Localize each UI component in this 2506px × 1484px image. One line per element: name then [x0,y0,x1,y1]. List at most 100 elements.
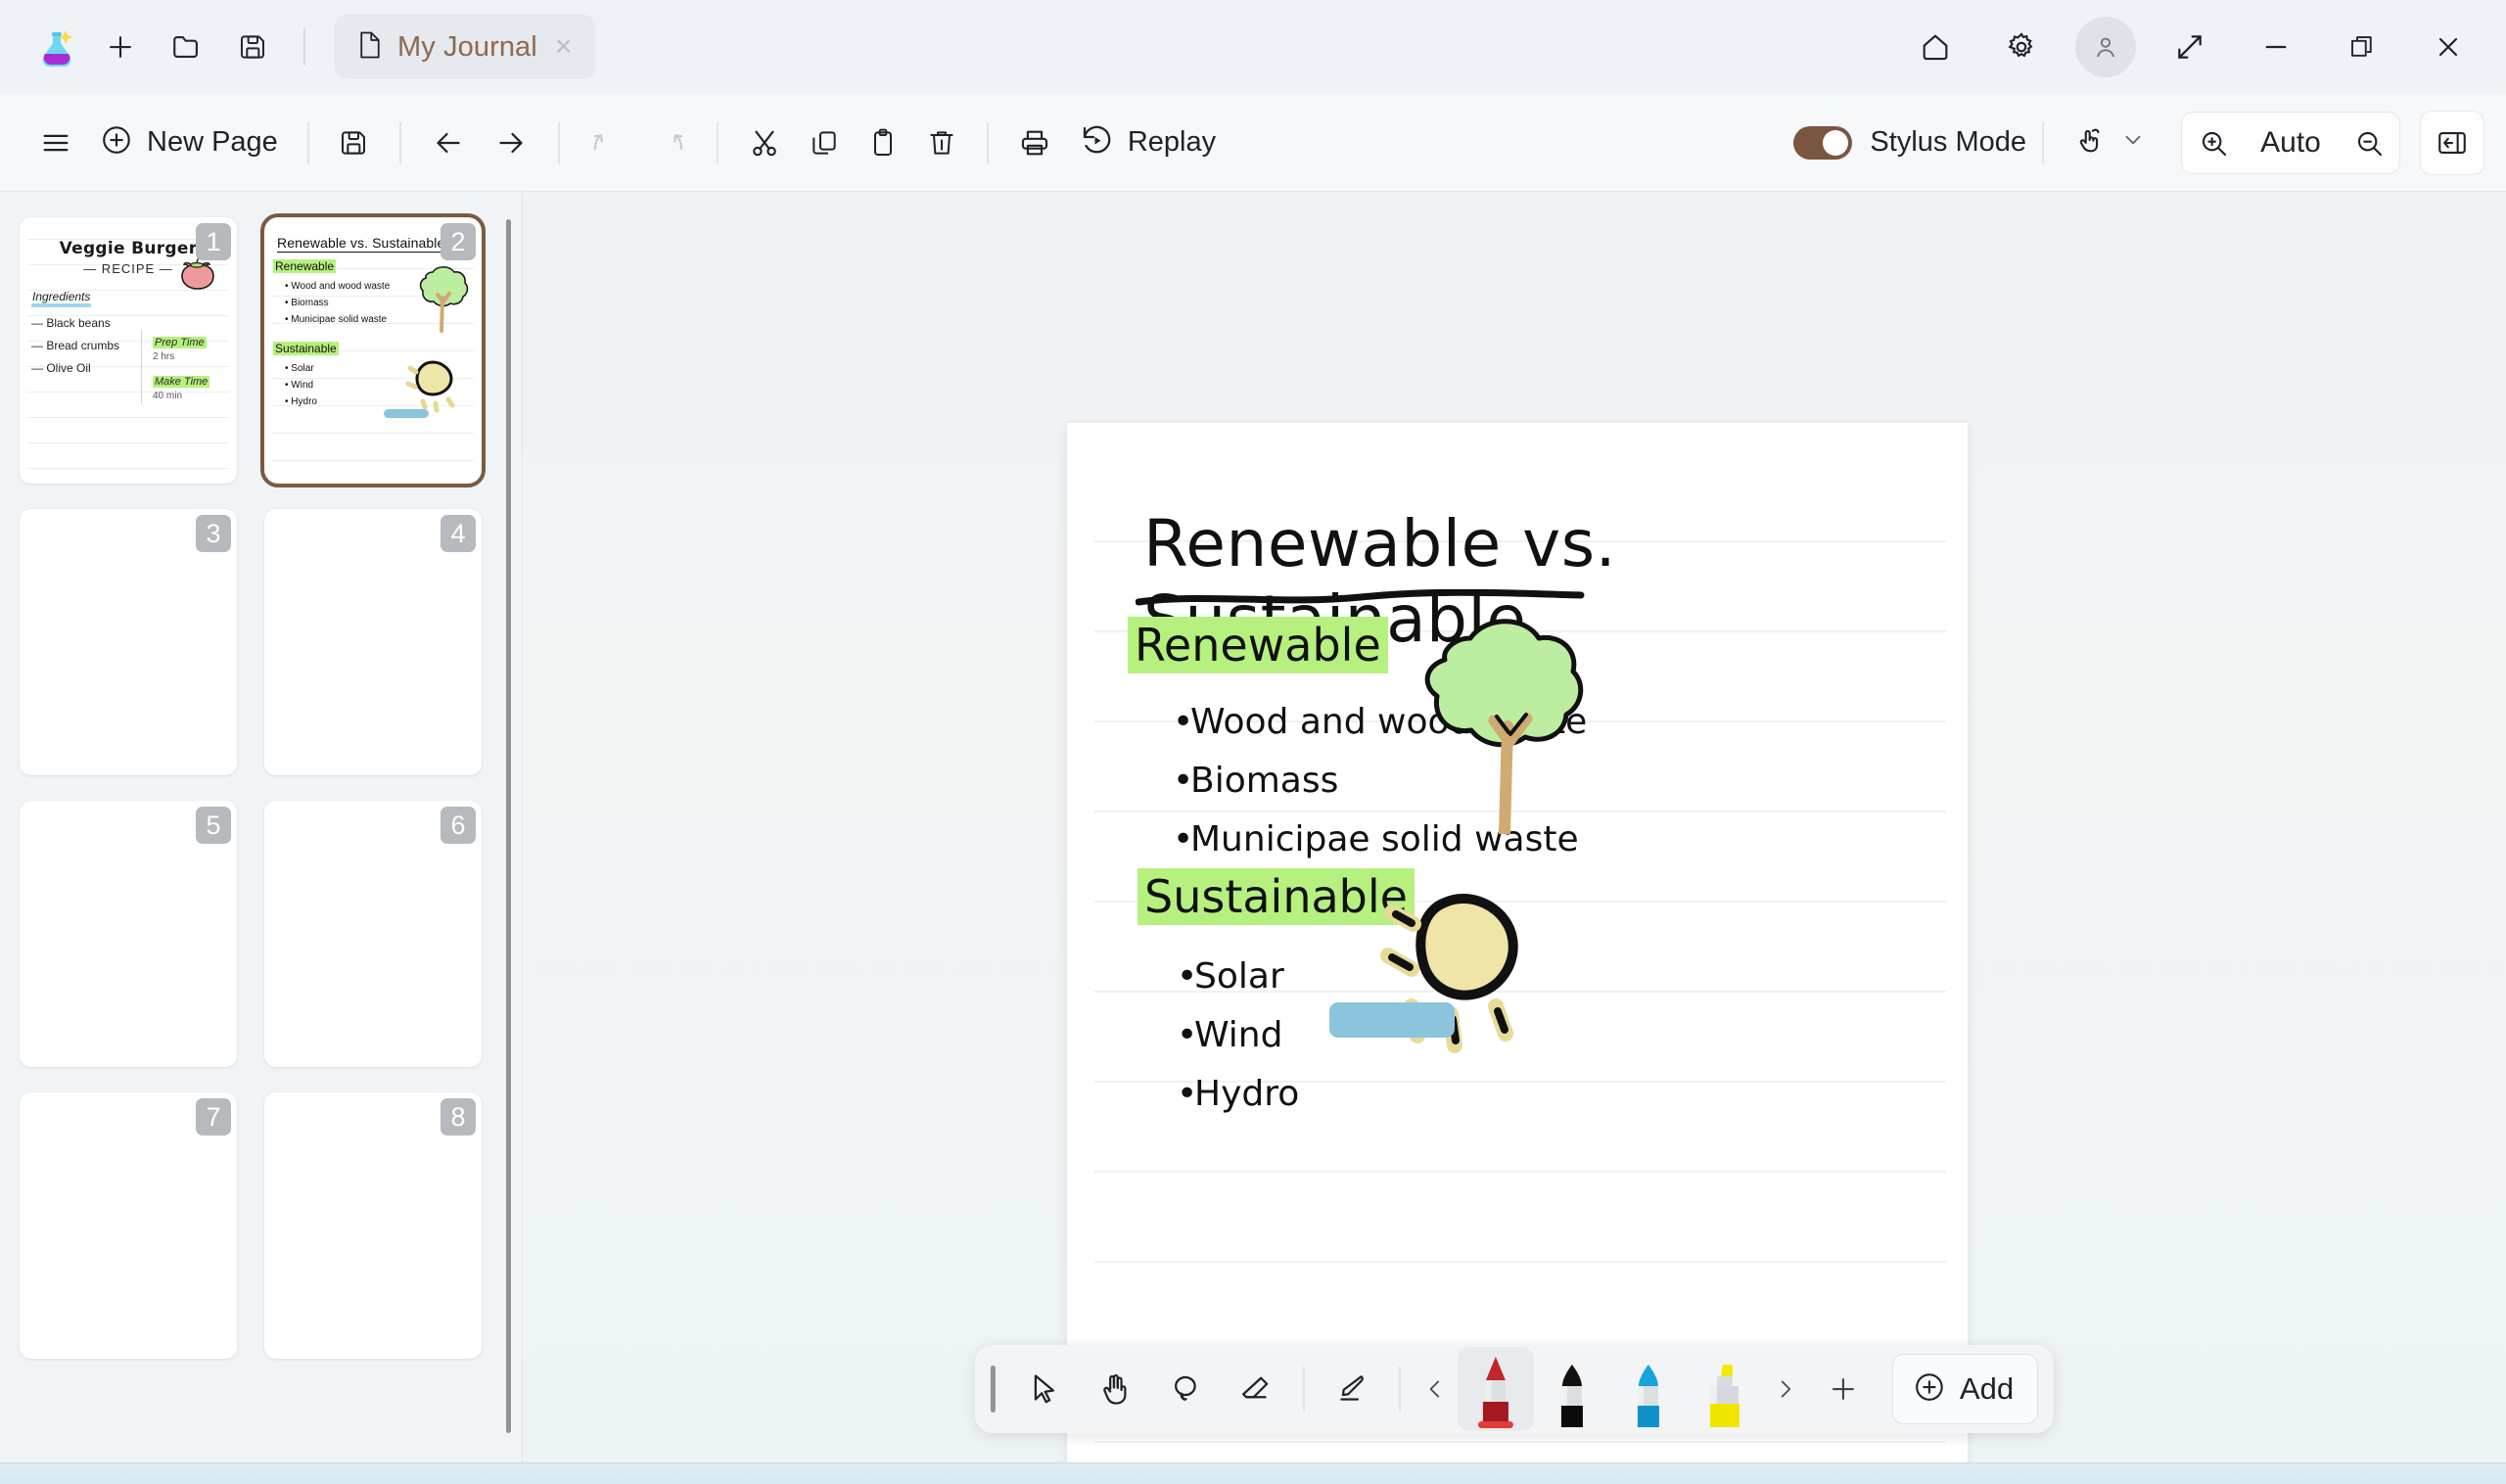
drawing-tool-palette: Add [975,1345,2054,1433]
page-thumbnail-3[interactable]: 3 [20,509,237,775]
pen-red-marker[interactable] [1458,1347,1534,1431]
user-avatar-icon[interactable] [2075,17,2136,77]
bullet-dot: • [1173,702,1190,742]
note-canvas[interactable]: Renewable vs. Sustainable Renewable •Woo… [523,192,2506,1462]
home-button[interactable] [1903,17,1968,77]
page-thumbnail-8[interactable]: 8 [264,1092,482,1359]
bullet-biomass: •Biomass [1173,761,1338,801]
toolbar-divider [2042,122,2044,163]
minimize-button[interactable] [2244,17,2308,77]
sun-doodle-icon [1380,883,1576,1074]
replay-button[interactable]: Replay [1065,111,1230,175]
water-highlight-stroke [384,409,429,418]
replay-label: Replay [1128,126,1216,159]
note-page[interactable]: Renewable vs. Sustainable Renewable •Woo… [1067,423,1968,1462]
toolbar-divider [717,122,719,163]
plus-circle-icon [1913,1370,1946,1409]
status-bar [0,1462,2506,1484]
print-button[interactable] [1004,111,1065,175]
water-highlight-stroke [1329,1002,1455,1038]
page-number-badge: 6 [441,807,476,844]
page-thumbnail-5[interactable]: 5 [20,801,237,1067]
eraser-tool[interactable] [1221,1354,1291,1424]
pen-yellow-highlighter[interactable] [1687,1347,1763,1431]
touch-gesture-button[interactable] [2060,111,2159,175]
add-tool-button[interactable]: Add [1892,1354,2038,1424]
hamburger-menu-button[interactable] [25,111,86,175]
section-heading-sustainable: Sustainable [1137,868,1415,925]
title-underline [1136,589,1586,607]
maximize-button[interactable] [2330,17,2394,77]
zoom-out-button[interactable] [2338,112,2400,174]
page-thumbnail-sidebar: Veggie Burger — RECIPE — Ingredients — B… [0,192,523,1462]
section-heading-renewable: Renewable [1128,617,1388,673]
back-button[interactable] [417,111,480,175]
new-tab-button[interactable] [90,17,151,77]
page-thumbnail-1[interactable]: Veggie Burger — RECIPE — Ingredients — B… [20,217,237,484]
bullet-dot: • [1177,1015,1194,1055]
save-button[interactable] [325,111,384,175]
ingredient-item: — Olive Oil [31,361,147,375]
hand-pan-tool[interactable] [1080,1354,1150,1424]
settings-button[interactable] [1989,17,2054,77]
ingredient-item: — Bread crumbs [31,339,147,352]
zoom-controls: Auto [2181,112,2400,174]
page-thumbnail-4[interactable]: 4 [264,509,482,775]
stylus-mode-label: Stylus Mode [1870,126,2026,159]
copy-button[interactable] [795,111,854,175]
app-window: My Journal × [0,0,2506,1484]
delete-button[interactable] [912,111,971,175]
make-time-value: 40 min [153,391,225,401]
page-number-badge: 1 [196,223,231,260]
palette-prev-button[interactable] [1413,1355,1458,1423]
cursor-select-tool[interactable] [1009,1354,1080,1424]
forward-button[interactable] [480,111,542,175]
bullet-wind: •Wind [1177,1015,1282,1055]
touch-gesture-icon [2073,123,2107,162]
close-window-button[interactable] [2416,17,2481,77]
page-number-badge: 4 [441,515,476,552]
cut-button[interactable] [734,111,795,175]
fullscreen-button[interactable] [2158,17,2222,77]
tab-close-button[interactable]: × [551,32,577,62]
undo-button[interactable] [576,111,638,175]
bullet-hydro: •Hydro [1177,1074,1299,1114]
potion-logo-icon [29,20,84,74]
lasso-select-tool[interactable] [1150,1354,1221,1424]
document-tab-my-journal[interactable]: My Journal × [335,15,595,79]
stylus-toggle-switch[interactable] [1793,126,1852,160]
redo-button[interactable] [638,111,701,175]
palette-next-button[interactable] [1763,1355,1808,1423]
pen-blue[interactable] [1610,1347,1687,1431]
bullet-dot: • [1173,761,1190,801]
open-file-button[interactable] [157,17,217,77]
page-thumbnail-6[interactable]: 6 [264,801,482,1067]
sidebar-scrollbar[interactable] [506,219,511,1433]
palette-drag-handle[interactable] [991,1366,996,1413]
tree-doodle-icon [413,262,474,338]
palette-divider [1303,1367,1305,1412]
new-page-button[interactable]: New Page [86,111,292,175]
section-heading-thumb: Renewable [273,259,336,273]
page-number-badge: 3 [196,515,231,552]
stylus-mode-toggle[interactable]: Stylus Mode [1793,126,2026,160]
chevron-down-icon [2120,127,2146,158]
paste-button[interactable] [854,111,912,175]
toggle-knob [1823,130,1848,156]
bullet-solar: •Solar [1177,956,1284,997]
titlebar-divider [303,28,305,66]
prep-time-value: 2 hrs [153,351,225,362]
toolbar-divider [987,122,989,163]
pen-black[interactable] [1534,1347,1610,1431]
save-file-button[interactable] [223,17,284,77]
page-thumbnail-2[interactable]: Renewable vs. Sustainable Renewable • Wo… [264,217,482,484]
bullet-dot: • [1177,956,1194,997]
add-pen-button[interactable] [1808,1354,1879,1424]
collapse-panel-button[interactable] [2420,111,2484,175]
ingredients-label: Ingredients [31,291,91,307]
section-heading-thumb: Sustainable [273,342,339,355]
pen-write-tool[interactable] [1317,1354,1387,1424]
zoom-level-display[interactable]: Auto [2244,112,2338,174]
zoom-in-button[interactable] [2181,112,2244,174]
page-thumbnail-7[interactable]: 7 [20,1092,237,1359]
